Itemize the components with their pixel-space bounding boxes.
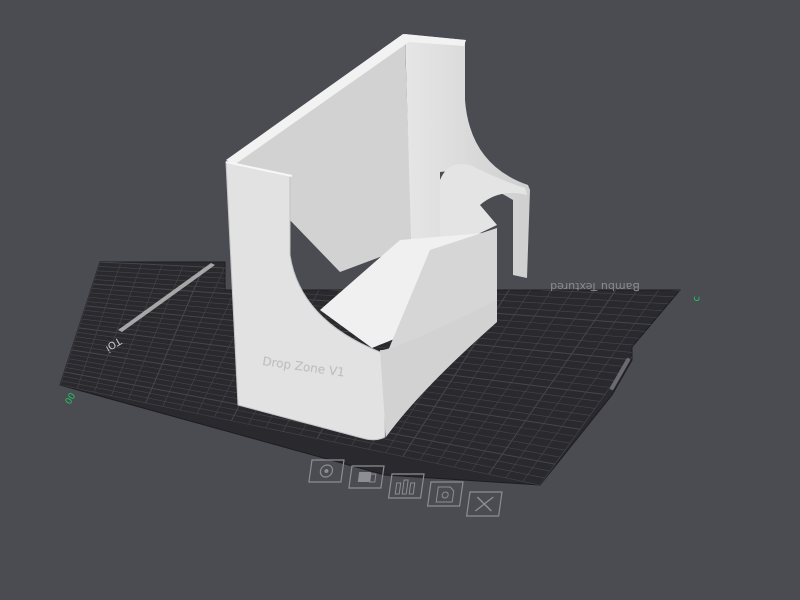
plate-label: Bambu Textured — [550, 280, 640, 293]
close-icon[interactable] — [465, 491, 503, 517]
plate-origin-label: 00 — [64, 391, 79, 406]
scene[interactable]: Bambu Textured ᴉOꓕ 00 ɔ Drop Zone V1 — [0, 0, 800, 600]
3d-viewport[interactable]: Bambu Textured ᴉOꓕ 00 ɔ Drop Zone V1 — [0, 0, 800, 600]
plate-axis-label: ɔ — [691, 296, 702, 302]
target-icon[interactable] — [308, 459, 345, 483]
lock-icon[interactable] — [426, 481, 464, 507]
